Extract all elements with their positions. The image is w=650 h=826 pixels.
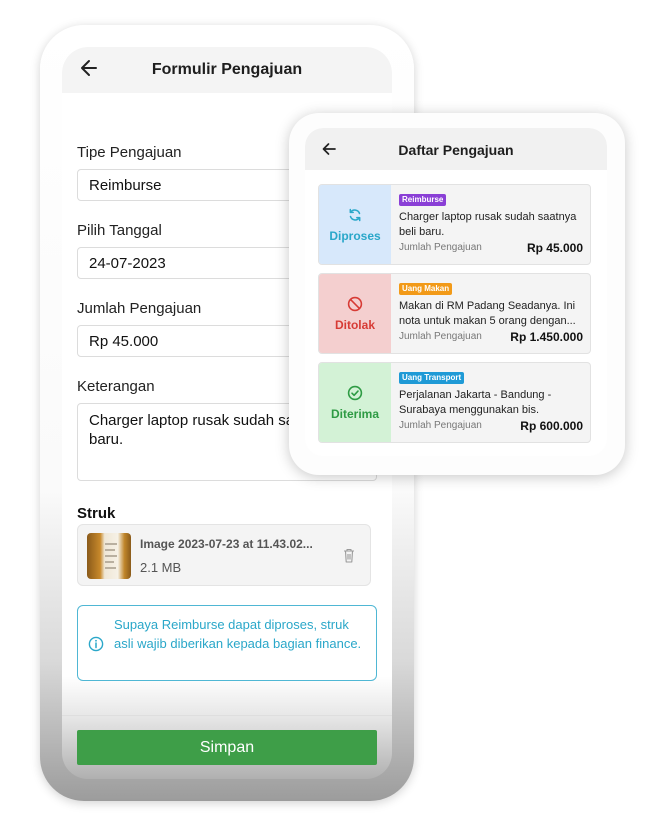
info-notice: Supaya Reimburse dapat diproses, struk a…: [77, 605, 377, 681]
submission-amount: Rp 45.000: [526, 241, 583, 255]
amount-caption: Jumlah Pengajuan: [399, 242, 482, 253]
page-title: Formulir Pengajuan: [151, 61, 303, 78]
receipt-thumbnail: [87, 533, 131, 579]
status-panel-accepted: Diterima: [319, 363, 391, 442]
submission-amount: Rp 600.000: [520, 419, 583, 433]
receipt-file-size: 2.1 MB: [140, 560, 182, 575]
submission-card[interactable]: Diproses Reimburse Charger laptop rusak …: [318, 184, 591, 265]
category-badge: Reimburse: [399, 194, 447, 206]
note-label: Keterangan: [77, 378, 155, 395]
submission-card[interactable]: Ditolak Uang Makan Makan di RM Padang Se…: [318, 273, 591, 354]
status-panel-processing: Diproses: [319, 185, 391, 264]
status-label: Ditolak: [334, 318, 375, 332]
phone-frame-list: Daftar Pengajuan Diproses Reimburse Char…: [289, 113, 625, 475]
status-label: Diterima: [330, 407, 380, 421]
category-badge: Uang Transport: [399, 372, 465, 384]
refresh-icon: [349, 208, 361, 222]
info-circle-icon: [88, 636, 104, 652]
submission-description: Charger laptop rusak sudah saatnya beli …: [399, 211, 577, 238]
trash-icon[interactable]: [343, 548, 355, 563]
submission-description: Perjalanan Jakarta - Bandung - Surabaya …: [399, 389, 552, 416]
status-panel-rejected: Ditolak: [319, 274, 391, 353]
amount-label: Jumlah Pengajuan: [77, 300, 202, 317]
receipt-file-name: Image 2023-07-23 at 11.43.02...: [140, 537, 313, 551]
block-icon: [347, 296, 363, 312]
status-label: Diproses: [329, 229, 381, 243]
receipt-label: Struk: [77, 505, 116, 522]
amount-caption: Jumlah Pengajuan: [399, 331, 482, 342]
list-title: Daftar Pengajuan: [398, 142, 514, 158]
amount-caption: Jumlah Pengajuan: [399, 420, 482, 431]
submission-description: Makan di RM Padang Seadanya. Ini nota un…: [399, 300, 576, 327]
category-badge: Uang Makan: [399, 283, 453, 295]
info-text: Supaya Reimburse dapat diproses, struk a…: [114, 617, 362, 651]
receipt-file-card[interactable]: Image 2023-07-23 at 11.43.02... 2.1 MB: [77, 524, 371, 586]
list-header: Daftar Pengajuan: [305, 128, 607, 170]
check-circle-icon: [347, 385, 363, 401]
type-label: Tipe Pengajuan: [77, 144, 182, 161]
date-label: Pilih Tanggal: [77, 222, 162, 239]
form-header: Formulir Pengajuan: [62, 47, 392, 93]
save-button[interactable]: Simpan: [77, 730, 377, 765]
submission-amount: Rp 1.450.000: [510, 330, 583, 344]
submission-card[interactable]: Diterima Uang Transport Perjalanan Jakar…: [318, 362, 591, 443]
list-screen: Daftar Pengajuan Diproses Reimburse Char…: [305, 128, 607, 456]
